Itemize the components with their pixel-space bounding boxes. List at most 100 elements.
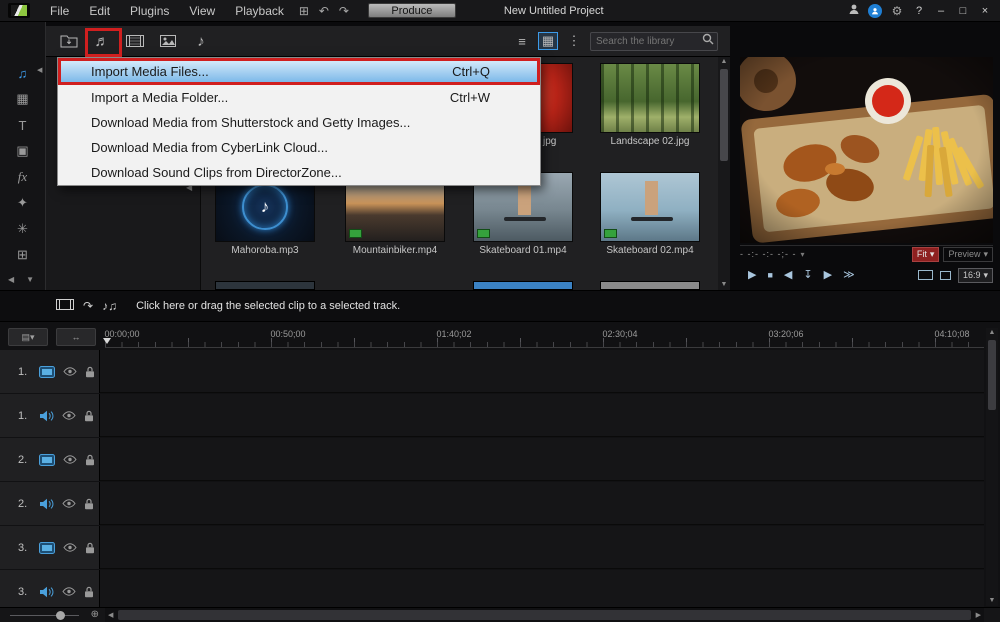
scroll-left-icon[interactable]: ◀ [108, 611, 113, 619]
timeline-vertical-scrollbar[interactable]: ▲ ▼ [986, 328, 998, 606]
track-header[interactable]: 2. [0, 438, 100, 481]
timeline-hint-bar[interactable]: ↷ ♪♫ Click here or drag the selected cli… [0, 290, 1000, 322]
produce-button[interactable]: Produce [368, 3, 456, 18]
lock-icon[interactable] [85, 542, 95, 554]
sidebar-scroll-down-icon[interactable]: ▼ [26, 275, 34, 284]
sidebar-item-pip-room[interactable]: ▣ [0, 138, 46, 164]
eye-icon[interactable] [63, 455, 77, 464]
track-lane[interactable] [100, 350, 984, 393]
dual-preview-icon[interactable] [918, 270, 933, 280]
eye-icon[interactable] [63, 543, 77, 552]
sidebar-item-subtitle-room[interactable]: ⊞ [0, 242, 46, 268]
scrollbar-thumb[interactable] [720, 69, 728, 161]
track-header[interactable]: 3. [0, 526, 100, 569]
range-select-button[interactable]: ↔ [56, 328, 96, 346]
menu-item-import-media-folder[interactable]: Import a Media Folder... Ctrl+W [58, 85, 540, 110]
fast-forward-button[interactable]: ≫ [843, 270, 855, 281]
previous-frame-button[interactable]: ◀ [784, 270, 792, 281]
lock-icon[interactable] [84, 498, 94, 510]
close-button[interactable]: × [978, 5, 992, 17]
track-lane[interactable] [100, 394, 984, 437]
next-frame-button[interactable]: ▶ [824, 270, 832, 281]
minimize-button[interactable]: – [934, 5, 948, 17]
library-item-partial[interactable] [215, 281, 315, 290]
track-header[interactable]: 2. [0, 482, 100, 525]
track-lane[interactable] [100, 526, 984, 569]
scrollbar-thumb[interactable] [988, 340, 996, 410]
layout-switch-icon[interactable]: ⊞ [294, 0, 314, 22]
track-header[interactable]: 3. [0, 570, 100, 607]
maximize-button[interactable]: □ [956, 5, 970, 17]
menu-view[interactable]: View [179, 0, 225, 22]
stop-button[interactable]: ■ [767, 271, 772, 280]
sidebar-collapse-icon[interactable]: ◀ [37, 66, 42, 74]
eye-icon[interactable] [63, 367, 77, 376]
sidebar-scroll-left-icon[interactable]: ◀ [8, 275, 14, 284]
timeline-horizontal-scrollbar[interactable]: ◀ ▶ [105, 608, 984, 622]
capture-frame-button[interactable]: ↧ [803, 270, 812, 281]
zoom-slider-track[interactable] [10, 615, 79, 616]
track-lane[interactable] [100, 482, 984, 525]
grid-view-icon[interactable]: ▦ [538, 32, 558, 50]
menu-edit[interactable]: Edit [79, 0, 120, 22]
video-track-icon[interactable] [39, 366, 55, 378]
photo-filter-icon[interactable] [155, 29, 181, 53]
menu-file[interactable]: File [40, 0, 79, 22]
aspect-ratio-dropdown[interactable]: 16:9 ▾ [958, 268, 993, 283]
sidebar-item-effect-room[interactable]: fx [0, 164, 46, 190]
sidebar-item-particle-room[interactable]: ✦ [0, 190, 46, 216]
lock-icon[interactable] [84, 586, 94, 598]
preview-quality-dropdown[interactable]: Preview ▾ [943, 247, 993, 262]
track-lane[interactable] [100, 438, 984, 481]
audio-track-icon[interactable] [39, 498, 54, 510]
library-menu-icon[interactable]: ⋮ [564, 32, 584, 50]
search-input[interactable] [591, 36, 702, 47]
zoom-fit-dropdown[interactable]: Fit ▾ [912, 247, 940, 262]
undock-preview-icon[interactable] [940, 271, 951, 280]
menu-item-import-media-files[interactable]: Import Media Files... Ctrl+Q [58, 58, 540, 85]
library-item[interactable]: Landscape 02.jpg [600, 63, 700, 147]
menu-item-download-shutterstock[interactable]: Download Media from Shutterstock and Get… [58, 110, 540, 135]
track-header[interactable]: 1. [0, 350, 100, 393]
zoom-slider-handle[interactable] [56, 611, 65, 620]
playhead-marker[interactable] [103, 338, 111, 344]
audio-filter-icon[interactable]: ♪ [188, 29, 214, 53]
lock-icon[interactable] [85, 366, 95, 378]
settings-gear-icon[interactable]: ⚙ [890, 0, 904, 22]
sidebar-item-transition-room[interactable]: ✳ [0, 216, 46, 242]
eye-icon[interactable] [62, 411, 76, 420]
zoom-in-icon[interactable]: ⊕ [91, 609, 99, 620]
menu-item-download-cyberlink-cloud[interactable]: Download Media from CyberLink Cloud... [58, 135, 540, 160]
video-track-icon[interactable] [39, 542, 55, 554]
audio-track-icon[interactable] [39, 586, 54, 598]
library-item-partial[interactable] [600, 281, 700, 290]
track-lane[interactable] [100, 570, 984, 607]
scroll-right-icon[interactable]: ▶ [976, 611, 981, 619]
sidebar-item-adjustment-room[interactable]: ▦ [0, 86, 46, 112]
library-scrollbar[interactable]: ▲ ▼ [718, 57, 730, 290]
library-item-partial[interactable] [473, 281, 573, 290]
scroll-down-icon[interactable]: ▼ [718, 280, 730, 290]
library-item[interactable]: Skateboard 02.mp4 [600, 172, 700, 256]
lock-icon[interactable] [84, 410, 94, 422]
eye-icon[interactable] [62, 587, 76, 596]
video-track-icon[interactable] [39, 454, 55, 466]
import-media-icon[interactable] [56, 29, 82, 53]
scroll-up-icon[interactable]: ▲ [718, 57, 730, 67]
redo-icon[interactable]: ↷ [334, 0, 354, 22]
lock-icon[interactable] [85, 454, 95, 466]
menu-item-download-directorzone[interactable]: Download Sound Clips from DirectorZone..… [58, 160, 540, 185]
cloud-account-icon[interactable] [868, 4, 882, 18]
scroll-up-icon[interactable]: ▲ [986, 328, 998, 338]
user-icon[interactable] [848, 3, 860, 18]
search-icon[interactable] [702, 32, 714, 50]
scroll-down-icon[interactable]: ▼ [986, 596, 998, 606]
undo-icon[interactable]: ↶ [314, 0, 334, 22]
menu-playback[interactable]: Playback [225, 0, 294, 22]
scrollbar-thumb[interactable] [118, 610, 971, 620]
timeline-ruler[interactable]: 00:00;00 00:50;00 01:40;02 02:30;04 03:2… [105, 328, 984, 348]
menu-plugins[interactable]: Plugins [120, 0, 179, 22]
track-header[interactable]: 1. [0, 394, 100, 437]
timecode-display[interactable]: - -:- -:- -;- - [740, 249, 796, 259]
audio-track-icon[interactable] [39, 410, 54, 422]
